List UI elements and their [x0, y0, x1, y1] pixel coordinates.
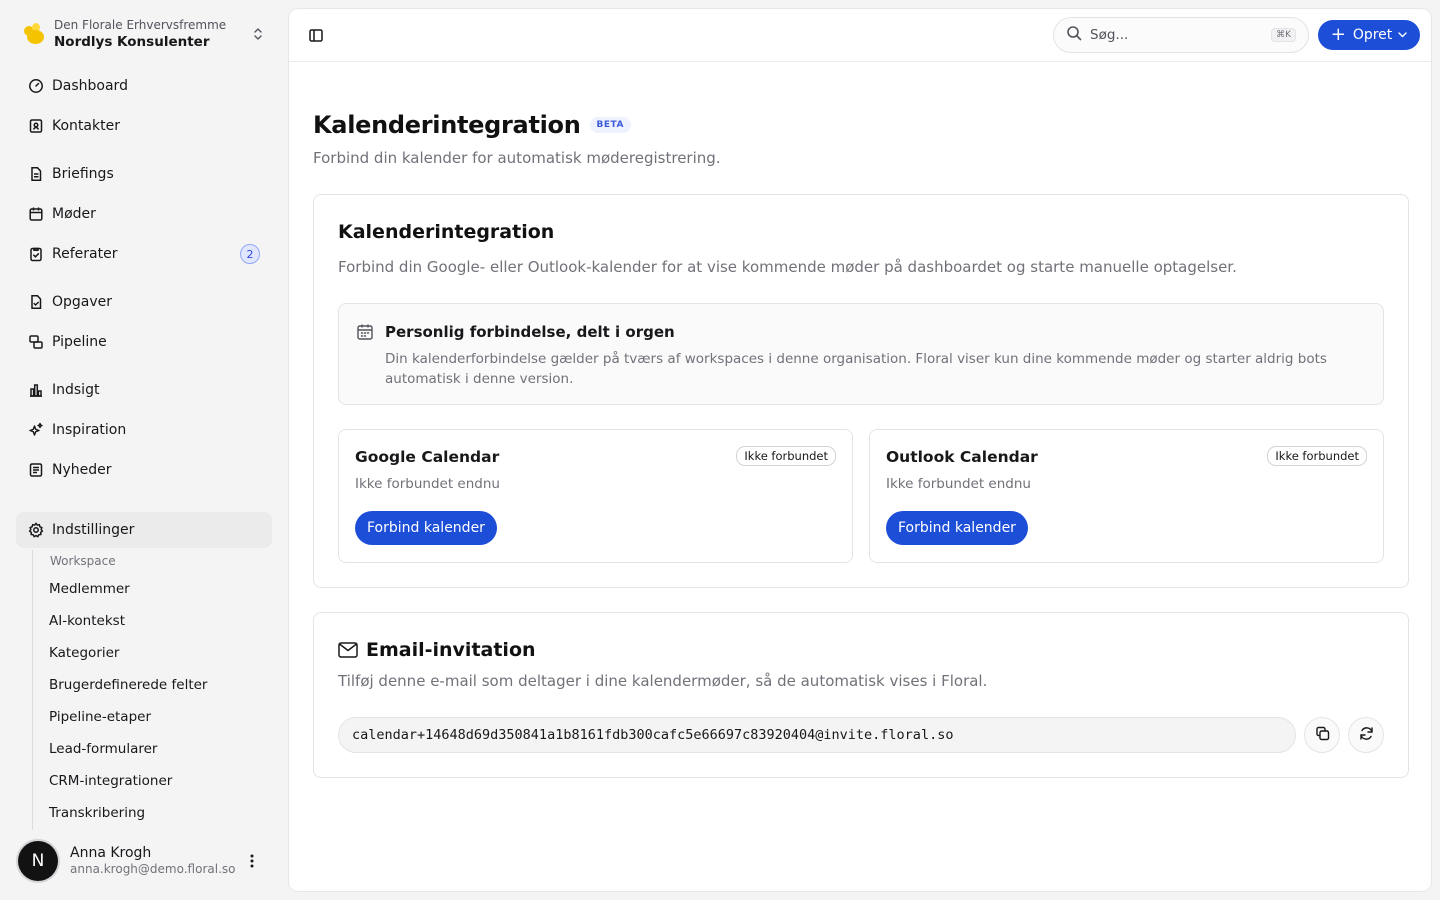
bar-chart-icon	[28, 382, 44, 398]
sparkles-icon	[28, 422, 44, 438]
submenu-item-lead-forms[interactable]: Lead-formularer	[49, 741, 157, 757]
notice-title: Personlig forbindelse, delt i orgen	[385, 323, 675, 341]
sidebar-item-label: Møder	[52, 206, 96, 222]
top-bar: ⌘K + Opret	[289, 9, 1431, 62]
sidebar-item-moder[interactable]: Møder	[16, 196, 272, 232]
sidebar-item-kontakter[interactable]: Kontakter	[16, 108, 272, 144]
sidebar-item-label: Briefings	[52, 166, 114, 182]
submenu-item-medlemmer[interactable]: Medlemmer	[49, 581, 130, 597]
chevron-up-down-icon	[248, 24, 268, 44]
page-subtitle: Forbind din kalender for automatisk møde…	[313, 149, 721, 167]
document-icon	[28, 166, 44, 182]
connect-outlook-button[interactable]: Forbind kalender	[886, 511, 1028, 545]
sidebar-item-dashboard[interactable]: Dashboard	[16, 68, 272, 104]
sidebar-item-pipeline[interactable]: Pipeline	[16, 324, 272, 360]
sidebar-item-indstillinger[interactable]: Indstillinger	[16, 512, 272, 548]
sidebar-item-label: Pipeline	[52, 334, 107, 350]
provider-name: Google Calendar	[355, 448, 500, 466]
submenu-item-ai-kontekst[interactable]: AI-kontekst	[49, 613, 125, 629]
notice-body: Din kalenderforbindelse gælder på tværs …	[385, 351, 1327, 387]
avatar: N	[18, 841, 58, 881]
provider-name: Outlook Calendar	[886, 448, 1038, 466]
submenu-heading: Workspace	[50, 554, 116, 568]
refresh-icon	[1359, 726, 1374, 745]
copy-icon	[1315, 726, 1330, 745]
sidebar-item-label: Inspiration	[52, 422, 127, 438]
submenu-item-custom-fields[interactable]: Brugerdefinerede felter	[49, 677, 207, 693]
submenu-item-transcription[interactable]: Transkribering	[49, 805, 145, 821]
connection-status-text: Ikke forbundet endnu	[886, 476, 1031, 492]
calendar-icon	[356, 323, 374, 341]
unread-count-badge: 2	[240, 244, 260, 264]
workspace-switcher[interactable]: Den Florale Erhvervsfremme Nordlys Konsu…	[16, 10, 272, 58]
sidebar-item-label: Opgaver	[52, 294, 113, 310]
chevron-down-icon	[1398, 32, 1407, 38]
task-list-icon	[28, 294, 44, 310]
main-panel: ⌘K + Opret Kalenderintegration BETA Forb…	[288, 8, 1432, 892]
sidebar-item-label: Referater	[52, 246, 118, 262]
submenu-item-pipeline-stages[interactable]: Pipeline-etaper	[49, 709, 151, 725]
submenu-item-crm-integrations[interactable]: CRM-integrationer	[49, 773, 172, 789]
sidebar-toggle-icon[interactable]	[305, 24, 327, 46]
workspace-name: Nordlys Konsulenter	[54, 34, 210, 51]
gauge-icon	[28, 78, 44, 94]
email-invitation-card: Email-invitation Tilføj denne e-mail som…	[313, 612, 1409, 778]
floral-logo-icon	[24, 23, 46, 45]
card-title: Kalenderintegration	[338, 221, 555, 243]
organization-name: Den Florale Erhvervsfremme	[54, 17, 227, 32]
page-title-text: Kalenderintegration	[313, 111, 581, 139]
sidebar-item-nyheder[interactable]: Nyheder	[16, 452, 272, 488]
card-description: Forbind din Google- eller Outlook-kalend…	[338, 258, 1237, 276]
sidebar-item-label: Nyheder	[52, 462, 112, 478]
user-email: anna.krogh@demo.floral.so	[70, 862, 236, 877]
sidebar-item-opgaver[interactable]: Opgaver	[16, 284, 272, 320]
calendar-integration-card: Kalenderintegration Forbind din Google- …	[313, 194, 1409, 588]
invite-email-field[interactable]: calendar+14648d69d350841a1b8161fdb300caf…	[338, 717, 1296, 753]
outlook-calendar-card: Outlook Calendar Ikke forbundet Ikke for…	[869, 429, 1384, 563]
settings-submenu: Workspace Medlemmer AI-kontekst Kategori…	[32, 550, 272, 830]
search-input[interactable]	[1090, 27, 1240, 43]
card-description: Tilføj denne e-mail som deltager i dine …	[338, 672, 988, 690]
info-notice: Personlig forbindelse, delt i orgen Din …	[338, 303, 1384, 405]
user-name: Anna Krogh	[70, 844, 152, 861]
sidebar: Den Florale Erhvervsfremme Nordlys Konsu…	[0, 0, 288, 900]
keyboard-shortcut-hint: ⌘K	[1271, 28, 1296, 42]
connection-status-badge: Ikke forbundet	[736, 446, 836, 466]
mail-icon	[338, 642, 358, 660]
submenu-item-kategorier[interactable]: Kategorier	[49, 645, 119, 661]
newspaper-icon	[28, 462, 44, 478]
user-menu[interactable]: N Anna Krogh anna.krogh@demo.floral.so	[16, 834, 272, 888]
sidebar-item-inspiration[interactable]: Inspiration	[16, 412, 272, 448]
contact-book-icon	[28, 118, 44, 134]
layers-icon	[28, 334, 44, 350]
more-vertical-icon[interactable]	[240, 849, 264, 873]
connection-status-badge: Ikke forbundet	[1267, 446, 1367, 466]
search-icon	[1066, 25, 1082, 45]
sidebar-item-label: Kontakter	[52, 118, 120, 134]
sidebar-item-referater[interactable]: Referater 2	[16, 236, 272, 272]
beta-badge: BETA	[589, 117, 631, 133]
connect-google-button[interactable]: Forbind kalender	[355, 511, 497, 545]
copy-button[interactable]	[1304, 717, 1340, 753]
card-title: Email-invitation	[366, 639, 536, 661]
sidebar-item-label: Indsigt	[52, 382, 100, 398]
gear-icon	[28, 522, 44, 538]
calendar-icon	[28, 206, 44, 222]
regenerate-button[interactable]	[1348, 717, 1384, 753]
page-title: Kalenderintegration BETA	[313, 111, 631, 139]
create-button-label: Opret	[1352, 27, 1393, 43]
sidebar-item-indsigt[interactable]: Indsigt	[16, 372, 272, 408]
plus-icon: +	[1330, 24, 1346, 45]
search-box[interactable]: ⌘K	[1053, 17, 1309, 53]
create-button[interactable]: + Opret	[1318, 20, 1420, 50]
connection-status-text: Ikke forbundet endnu	[355, 476, 500, 492]
google-calendar-card: Google Calendar Ikke forbundet Ikke forb…	[338, 429, 853, 563]
sidebar-item-label: Indstillinger	[52, 522, 135, 538]
sidebar-item-briefings[interactable]: Briefings	[16, 156, 272, 192]
sidebar-item-label: Dashboard	[52, 78, 128, 94]
clipboard-check-icon	[28, 246, 44, 262]
